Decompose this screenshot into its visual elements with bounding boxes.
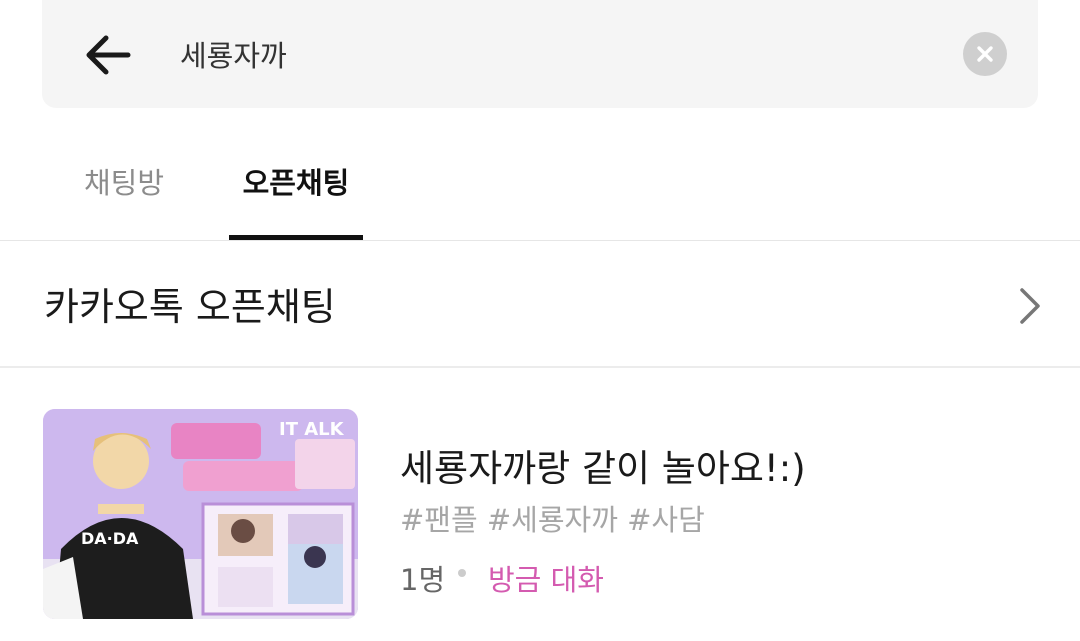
thumbnail-image: DA·DA: [43, 409, 358, 619]
chatroom-title: 세룡자까랑 같이 놀아요!:): [400, 447, 806, 490]
member-count: 1명: [400, 563, 446, 597]
close-icon: [977, 46, 993, 62]
last-activity: 방금 대화: [488, 563, 604, 597]
search-input[interactable]: [180, 30, 920, 78]
list-item[interactable]: DA·DA IT ALK 세룡자까랑 같이 놀아요!:) #팬플 #세룡자까 #…: [0, 370, 1080, 641]
tab-chatrooms[interactable]: 채팅방: [84, 160, 164, 202]
section-header-open-chat[interactable]: 카카오톡 오픈채팅: [0, 242, 1080, 368]
open-chat-search-page: 채팅방 오픈채팅 카카오톡 오픈채팅: [0, 0, 1080, 641]
separator-dot: [458, 569, 466, 577]
active-tab-indicator: [229, 235, 363, 240]
tab-open-chat[interactable]: 오픈채팅: [229, 160, 363, 202]
clear-circle-icon[interactable]: [963, 32, 1007, 76]
chevron-right-icon: [1020, 288, 1040, 324]
section-title: 카카오톡 오픈채팅: [44, 285, 336, 329]
tab-bar: 채팅방 오픈채팅: [0, 108, 1080, 241]
chatroom-tags: #팬플 #세룡자까 #사담: [400, 503, 705, 537]
arrow-left-icon[interactable]: [84, 32, 132, 78]
svg-text:DA·DA: DA·DA: [81, 529, 139, 548]
chatroom-thumbnail: DA·DA IT ALK: [43, 409, 358, 619]
thumbnail-overlay-text: IT ALK: [279, 419, 344, 440]
